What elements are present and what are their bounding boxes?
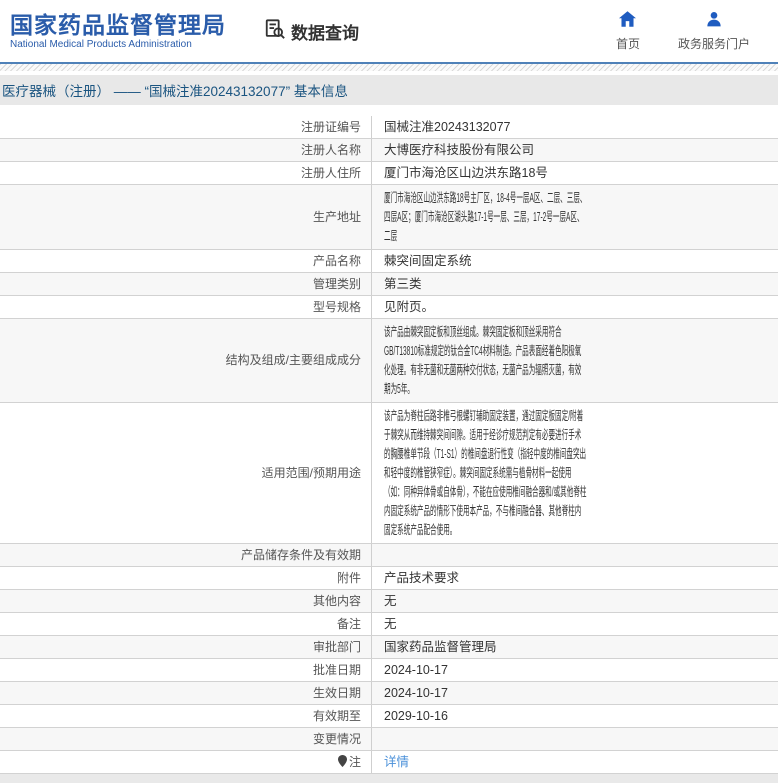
table-row: 附件 产品技术要求 (0, 567, 778, 590)
row-value-text: 该产品由棘突固定板和顶丝组成。棘突固定板和顶丝采用符合GB/T13810标准规定… (384, 324, 582, 396)
row-label: 批准日期 (0, 659, 372, 681)
row-label: 管理类别 (0, 273, 372, 295)
hatch-band (0, 64, 778, 71)
row-value-text: 该产品为脊柱后路非椎弓根螺钉辅助固定装置，通过固定板固定/附着于棘突从而维持棘突… (384, 408, 587, 537)
nav-home[interactable]: 首页 (615, 10, 640, 52)
breadcrumb-text: 医疗器械（注册） —— “国械注准20243132077” 基本信息 (2, 84, 348, 99)
row-label: 其他内容 (0, 590, 372, 612)
row-label: 结构及组成/主要组成成分 (0, 319, 372, 402)
row-value: 产品技术要求 (384, 570, 460, 585)
row-value: 无 (384, 616, 397, 631)
nav-portal-label: 政务服务门户 (677, 36, 750, 51)
table-row: 管理类别 第三类 (0, 273, 778, 296)
breadcrumb: 医疗器械（注册） —— “国械注准20243132077” 基本信息 (0, 75, 778, 105)
table-row: 产品名称 棘突间固定系统 (0, 250, 778, 273)
nmpa-logo: 国家药品监督管理局 National Medical Products Admi… (10, 12, 226, 51)
logo-subtitle: National Medical Products Administration (10, 38, 192, 50)
row-label: 适用范围/预期用途 (0, 403, 372, 543)
row-label: 注册人名称 (0, 139, 372, 161)
row-value: 2029-10-16 (384, 708, 448, 723)
table-row: 型号规格 见附页。 (0, 296, 778, 319)
row-value: 第三类 (384, 276, 422, 291)
row-value: 见附页。 (384, 299, 435, 314)
row-label: 生产地址 (0, 185, 372, 249)
table-row: 有效期至 2029-10-16 (0, 705, 778, 728)
info-table: 注册证编号 国械注准20243132077 注册人名称 大博医疗科技股份有限公司 注册人… (0, 116, 778, 774)
nav-portal[interactable]: 政务服务门户 (678, 11, 750, 52)
table-row: 注册人住所 厦门市海沧区山边洪东路18号 (0, 162, 778, 185)
document-search-icon (264, 18, 286, 45)
row-value: 棘突间固定系统 (384, 253, 472, 268)
row-label: 注册证编号 (0, 116, 372, 138)
table-row: 变更情况 (0, 728, 778, 751)
row-value: 国家药品监督管理局 (384, 639, 497, 654)
row-label: 注册人住所 (0, 162, 372, 184)
row-value: 该产品为脊柱后路非椎弓根螺钉辅助固定装置，通过固定板固定/附着于棘突从而维持棘突… (372, 403, 778, 543)
table-row: 注册证编号 国械注准20243132077 (0, 116, 778, 139)
table-row: 生效日期 2024-10-17 (0, 682, 778, 705)
table-row: 批准日期 2024-10-17 (0, 659, 778, 682)
row-label: 注 (0, 751, 372, 773)
site-header: 国家药品监督管理局 National Medical Products Admi… (0, 0, 778, 62)
table-row: 其他内容无 (0, 590, 778, 613)
row-label: 备注 (0, 613, 372, 635)
table-row: 注详情 (0, 751, 778, 774)
row-value: 2024-10-17 (384, 685, 448, 700)
data-query-label: 数据查询 (291, 23, 359, 43)
note-pin-icon (337, 754, 349, 770)
row-value (372, 728, 778, 750)
row-label: 有效期至 (0, 705, 372, 727)
row-value: 2024-10-17 (384, 662, 448, 677)
row-value: 厦门市海沧区山边洪东路18号 (384, 165, 548, 180)
row-value: 该产品由棘突固定板和顶丝组成。棘突固定板和顶丝采用符合GB/T13810标准规定… (372, 319, 778, 402)
row-label: 生效日期 (0, 682, 372, 704)
row-value: 厦门市海沧区山边洪东路18号主厂区，18-4号一层A区、二层、三层、四层A区；厦… (372, 185, 778, 249)
nav-home-label: 首页 (615, 36, 640, 51)
header-nav: 首页 政务服务门户 (615, 10, 768, 52)
row-label: 产品储存条件及有效期 (0, 544, 372, 566)
table-row: 结构及组成/主要组成成分 该产品由棘突固定板和顶丝组成。棘突固定板和顶丝采用符合G… (0, 319, 778, 403)
row-value: 无 (384, 593, 397, 608)
row-value (372, 544, 778, 566)
row-value: 详情 (372, 751, 778, 773)
logo-title: 国家药品监督管理局 (10, 11, 226, 38)
table-row: 注册人名称 大博医疗科技股份有限公司 (0, 139, 778, 162)
row-label: 产品名称 (0, 250, 372, 272)
table-row: 备注无 (0, 613, 778, 636)
row-value: 国械注准20243132077 (384, 119, 511, 134)
row-label: 变更情况 (0, 728, 372, 750)
page-bottom-strip (0, 774, 778, 783)
page: 国家药品监督管理局 National Medical Products Admi… (0, 0, 778, 783)
table-row: 审批部门 国家药品监督管理局 (0, 636, 778, 659)
row-label: 审批部门 (0, 636, 372, 658)
table-row: 适用范围/预期用途 该产品为脊柱后路非椎弓根螺钉辅助固定装置，通过固定板固定/附着… (0, 403, 778, 544)
row-value-text: 厦门市海沧区山边洪东路18号主厂区，18-4号一层A区、二层、三层、四层A区；厦… (384, 190, 587, 243)
table-row: 生产地址 厦门市海沧区山边洪东路18号主厂区，18-4号一层A区、二层、三层、四层… (0, 185, 778, 250)
row-label: 型号规格 (0, 296, 372, 318)
home-icon (619, 10, 637, 32)
row-label: 附件 (0, 567, 372, 589)
data-query-section: 数据查询 (264, 18, 359, 45)
detail-link[interactable]: 详情 (384, 755, 409, 770)
gap (0, 105, 778, 116)
row-value: 大博医疗科技股份有限公司 (384, 142, 535, 157)
user-icon (706, 11, 722, 32)
table-row: 产品储存条件及有效期 (0, 544, 778, 567)
